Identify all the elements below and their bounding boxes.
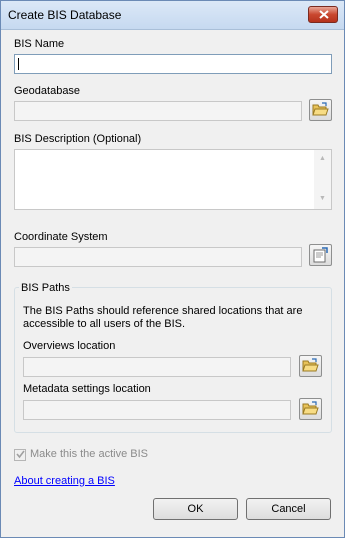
active-bis-checkbox: [14, 449, 26, 461]
metadata-field: [23, 400, 291, 420]
bis-name-label: BIS Name: [14, 38, 65, 50]
open-folder-icon: [302, 401, 319, 415]
title-bar: Create BIS Database: [1, 1, 344, 30]
coordinate-system-label: Coordinate System: [14, 231, 108, 243]
geodatabase-label: Geodatabase: [14, 85, 81, 97]
scroll-down-arrow-icon[interactable]: ▼: [319, 195, 326, 202]
metadata-browse-button[interactable]: [299, 398, 322, 420]
geodatabase-field: [14, 101, 302, 121]
description-label: BIS Description (Optional): [14, 133, 142, 145]
dialog-window: Create BIS Database BIS Name Geodatabase…: [0, 0, 345, 538]
metadata-label: Metadata settings location: [23, 383, 151, 395]
window-title: Create BIS Database: [8, 8, 122, 22]
coordinate-system-input: [15, 248, 301, 266]
geodatabase-browse-button[interactable]: [309, 99, 332, 121]
bis-paths-description: The BIS Paths should reference shared lo…: [23, 305, 303, 330]
metadata-input: [24, 401, 290, 419]
ok-button[interactable]: OK: [153, 498, 238, 520]
overviews-field: [23, 357, 291, 377]
close-button[interactable]: [308, 6, 338, 23]
bis-name-field[interactable]: [14, 54, 332, 74]
open-folder-icon: [302, 358, 319, 372]
overviews-browse-button[interactable]: [299, 355, 322, 377]
bis-name-input[interactable]: [15, 55, 331, 73]
description-textarea[interactable]: ▲ ▼: [14, 149, 332, 210]
cancel-button[interactable]: Cancel: [246, 498, 331, 520]
overviews-label: Overviews location: [23, 340, 116, 352]
overviews-input: [24, 358, 290, 376]
coordinate-system-button[interactable]: [309, 244, 332, 266]
coordinate-system-field: [14, 247, 302, 267]
close-icon: [319, 10, 329, 19]
description-scrollbar[interactable]: ▲ ▼: [314, 150, 331, 209]
open-folder-icon: [312, 102, 329, 116]
text-caret: [18, 58, 19, 70]
checkmark-icon: [16, 450, 25, 459]
geodatabase-input: [15, 102, 301, 120]
about-creating-bis-link[interactable]: About creating a BIS: [14, 475, 115, 487]
coordinate-system-icon: [313, 247, 328, 263]
bis-paths-title: BIS Paths: [19, 282, 72, 294]
scroll-up-arrow-icon[interactable]: ▲: [319, 155, 326, 162]
active-bis-label: Make this the active BIS: [30, 448, 148, 460]
